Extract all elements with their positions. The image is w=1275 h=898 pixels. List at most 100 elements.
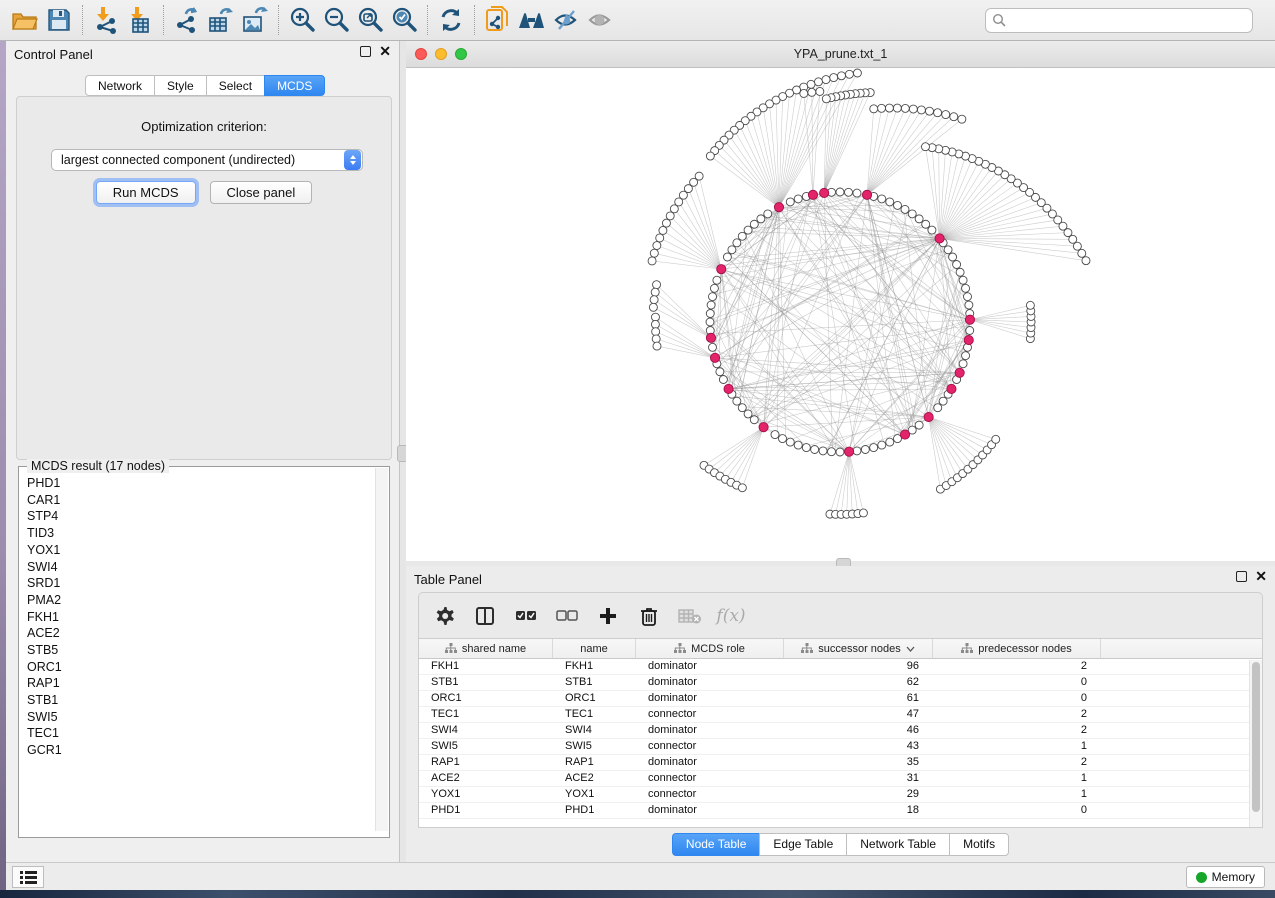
show-all-button[interactable]	[583, 4, 617, 36]
show-columns-button[interactable]	[472, 603, 498, 629]
network-node[interactable]	[738, 404, 746, 412]
network-node[interactable]	[738, 484, 746, 492]
network-node[interactable]	[822, 95, 830, 103]
export-table-button[interactable]	[204, 4, 238, 36]
network-node[interactable]	[648, 257, 656, 265]
table-row[interactable]: SWI5SWI5connector431	[419, 739, 1262, 755]
network-node[interactable]	[893, 104, 901, 112]
network-node[interactable]	[958, 115, 966, 123]
column-header-successor-nodes[interactable]: successor nodes	[784, 639, 933, 658]
network-node[interactable]	[878, 195, 886, 203]
network-node[interactable]	[771, 431, 779, 439]
network-node[interactable]	[1073, 242, 1081, 250]
save-session-button[interactable]	[42, 4, 76, 36]
network-node[interactable]	[650, 296, 658, 304]
mcds-node[interactable]	[900, 430, 909, 439]
network-node[interactable]	[915, 421, 923, 429]
list-item[interactable]: FKH1	[20, 609, 374, 626]
table-row[interactable]: RAP1RAP1dominator352	[419, 755, 1262, 771]
list-item[interactable]: YOX1	[20, 542, 374, 559]
network-node[interactable]	[666, 212, 674, 220]
list-item[interactable]: TID3	[20, 525, 374, 542]
float-panel-icon[interactable]	[1236, 571, 1247, 582]
network-node[interactable]	[853, 69, 861, 77]
hide-selected-button[interactable]	[549, 4, 583, 36]
mcds-node[interactable]	[759, 423, 768, 432]
network-node[interactable]	[1078, 249, 1086, 257]
optimization-criterion-dropdown[interactable]: largest connected component (undirected)	[51, 149, 363, 171]
zoom-selected-button[interactable]	[387, 4, 421, 36]
network-node[interactable]	[819, 447, 827, 455]
mcds-node[interactable]	[710, 353, 719, 362]
mcds-node[interactable]	[808, 190, 817, 199]
table-scrollbar[interactable]	[1249, 660, 1262, 828]
network-node[interactable]	[802, 444, 810, 452]
network-node[interactable]	[885, 104, 893, 112]
mcds-node[interactable]	[935, 234, 944, 243]
network-node[interactable]	[710, 284, 718, 292]
mcds-node[interactable]	[820, 188, 829, 197]
network-node[interactable]	[779, 435, 787, 443]
network-node[interactable]	[733, 239, 741, 247]
network-node[interactable]	[651, 320, 659, 328]
add-row-button[interactable]	[595, 603, 621, 629]
column-header-name[interactable]: name	[553, 639, 636, 658]
mcds-node[interactable]	[774, 203, 783, 212]
column-header-predecessor-nodes[interactable]: predecessor nodes	[933, 639, 1101, 658]
mcds-node[interactable]	[947, 384, 956, 393]
network-node[interactable]	[845, 70, 853, 78]
network-node[interactable]	[964, 293, 972, 301]
network-node[interactable]	[830, 74, 838, 82]
list-item[interactable]: PHD1	[20, 475, 374, 492]
network-window-titlebar[interactable]: YPA_prune.txt_1	[406, 41, 1275, 68]
network-node[interactable]	[723, 253, 731, 261]
network-node[interactable]	[733, 397, 741, 405]
network-node[interactable]	[651, 288, 659, 296]
network-node[interactable]	[744, 410, 752, 418]
import-table-button[interactable]	[123, 4, 157, 36]
network-node[interactable]	[909, 105, 917, 113]
export-network-button[interactable]	[170, 4, 204, 36]
network-node[interactable]	[706, 309, 714, 317]
network-node[interactable]	[949, 253, 957, 261]
tab-edge-table[interactable]: Edge Table	[759, 833, 846, 856]
network-node[interactable]	[944, 246, 952, 254]
network-node[interactable]	[816, 87, 824, 95]
network-node[interactable]	[878, 441, 886, 449]
network-node[interactable]	[670, 205, 678, 213]
network-node[interactable]	[917, 106, 925, 114]
network-node[interactable]	[653, 281, 661, 289]
list-item[interactable]: SWI4	[20, 558, 374, 575]
network-node[interactable]	[649, 303, 657, 311]
mcds-result-list[interactable]: PHD1CAR1STP4TID3YOX1SWI4SRD1PMA2FKH1ACE2…	[20, 475, 374, 831]
table-settings-button[interactable]	[431, 603, 457, 629]
network-node[interactable]	[750, 416, 758, 424]
network-node[interactable]	[827, 448, 835, 456]
list-item[interactable]: PMA2	[20, 592, 374, 609]
tab-motifs[interactable]: Motifs	[949, 833, 1009, 856]
network-node[interactable]	[808, 88, 816, 96]
network-node[interactable]	[901, 205, 909, 213]
list-item[interactable]: RAP1	[20, 675, 374, 692]
close-panel-icon[interactable]: ✕	[379, 46, 391, 57]
network-node[interactable]	[934, 404, 942, 412]
mcds-node[interactable]	[955, 368, 964, 377]
close-panel-icon[interactable]: ✕	[1255, 571, 1267, 582]
network-node[interactable]	[886, 438, 894, 446]
network-node[interactable]	[859, 509, 867, 517]
network-graph[interactable]	[406, 68, 1275, 561]
network-node[interactable]	[807, 80, 815, 88]
network-node[interactable]	[922, 220, 930, 228]
network-node[interactable]	[653, 342, 661, 350]
task-history-button[interactable]	[12, 866, 44, 888]
list-item[interactable]: CAR1	[20, 492, 374, 509]
network-node[interactable]	[886, 198, 894, 206]
network-node[interactable]	[707, 301, 715, 309]
scrollbar-thumb[interactable]	[1252, 662, 1260, 812]
tab-node-table[interactable]: Node Table	[672, 833, 760, 856]
network-node[interactable]	[837, 72, 845, 80]
network-node[interactable]	[800, 89, 808, 97]
network-node[interactable]	[939, 397, 947, 405]
network-node[interactable]	[713, 276, 721, 284]
network-snapshot-button[interactable]	[481, 4, 515, 36]
